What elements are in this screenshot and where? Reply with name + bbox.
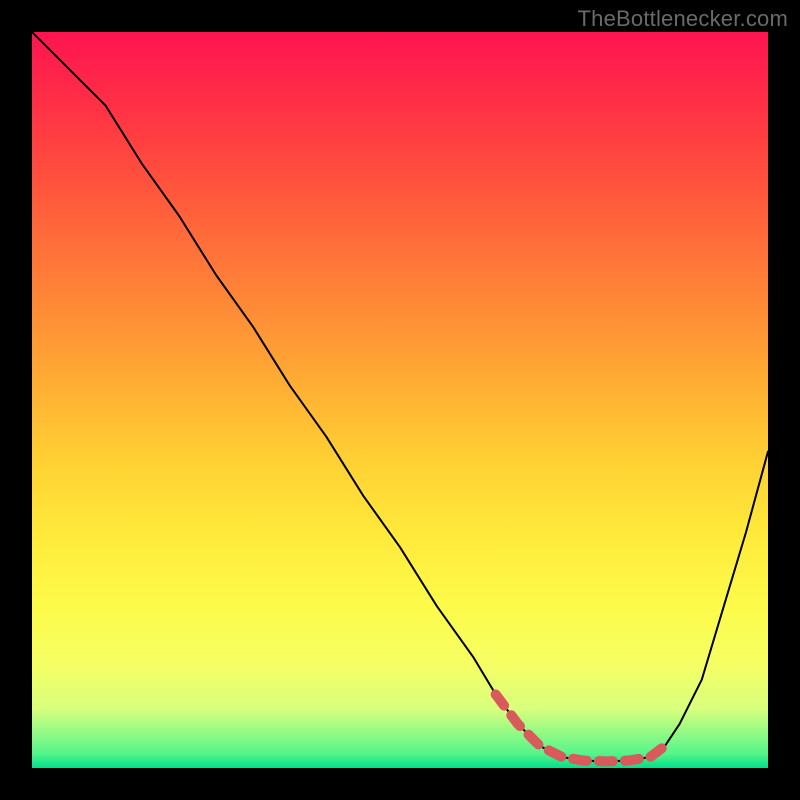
series-highlight	[496, 694, 665, 761]
chart-frame: TheBottlenecker.com	[0, 0, 800, 800]
chart-svg	[32, 32, 768, 768]
series-curve	[32, 32, 768, 761]
plot-area	[32, 32, 768, 768]
watermark-text: TheBottlenecker.com	[578, 6, 788, 32]
